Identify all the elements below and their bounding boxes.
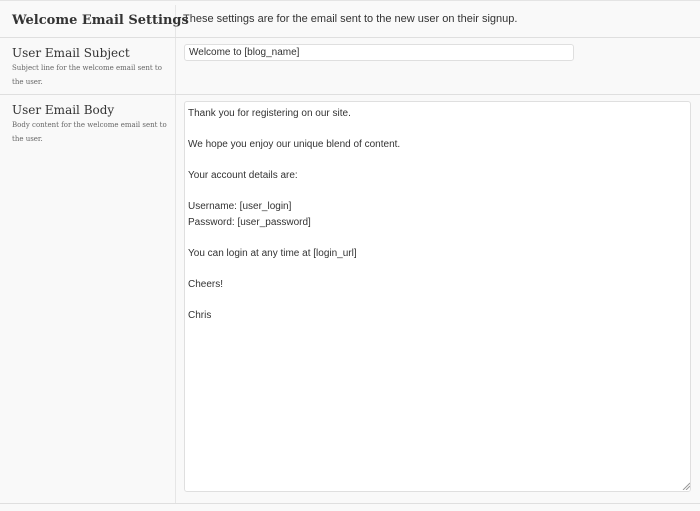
subject-label-cell: User Email Subject Subject line for the … [0, 38, 176, 94]
welcome-email-settings-form: Welcome Email Settings These settings ar… [0, 0, 700, 511]
section-description: These settings are for the email sent to… [183, 13, 518, 25]
resize-grip-icon[interactable] [682, 482, 690, 490]
subject-row: User Email Subject Subject line for the … [0, 38, 700, 95]
settings-header-row: Welcome Email Settings These settings ar… [0, 5, 700, 38]
subject-label: User Email Subject [12, 46, 130, 60]
subject-input[interactable] [184, 44, 574, 61]
header-label-cell: Welcome Email Settings [0, 5, 189, 37]
body-row: User Email Body Body content for the wel… [0, 95, 700, 504]
body-label-cell: User Email Body Body content for the wel… [0, 95, 176, 503]
body-label: User Email Body [12, 103, 115, 117]
body-help-text: Body content for the welcome email sent … [12, 121, 167, 143]
subject-help-text: Subject line for the welcome email sent … [12, 64, 162, 86]
section-title: Welcome Email Settings [12, 13, 189, 28]
body-textarea[interactable]: Thank you for registering on our site. W… [184, 101, 691, 492]
